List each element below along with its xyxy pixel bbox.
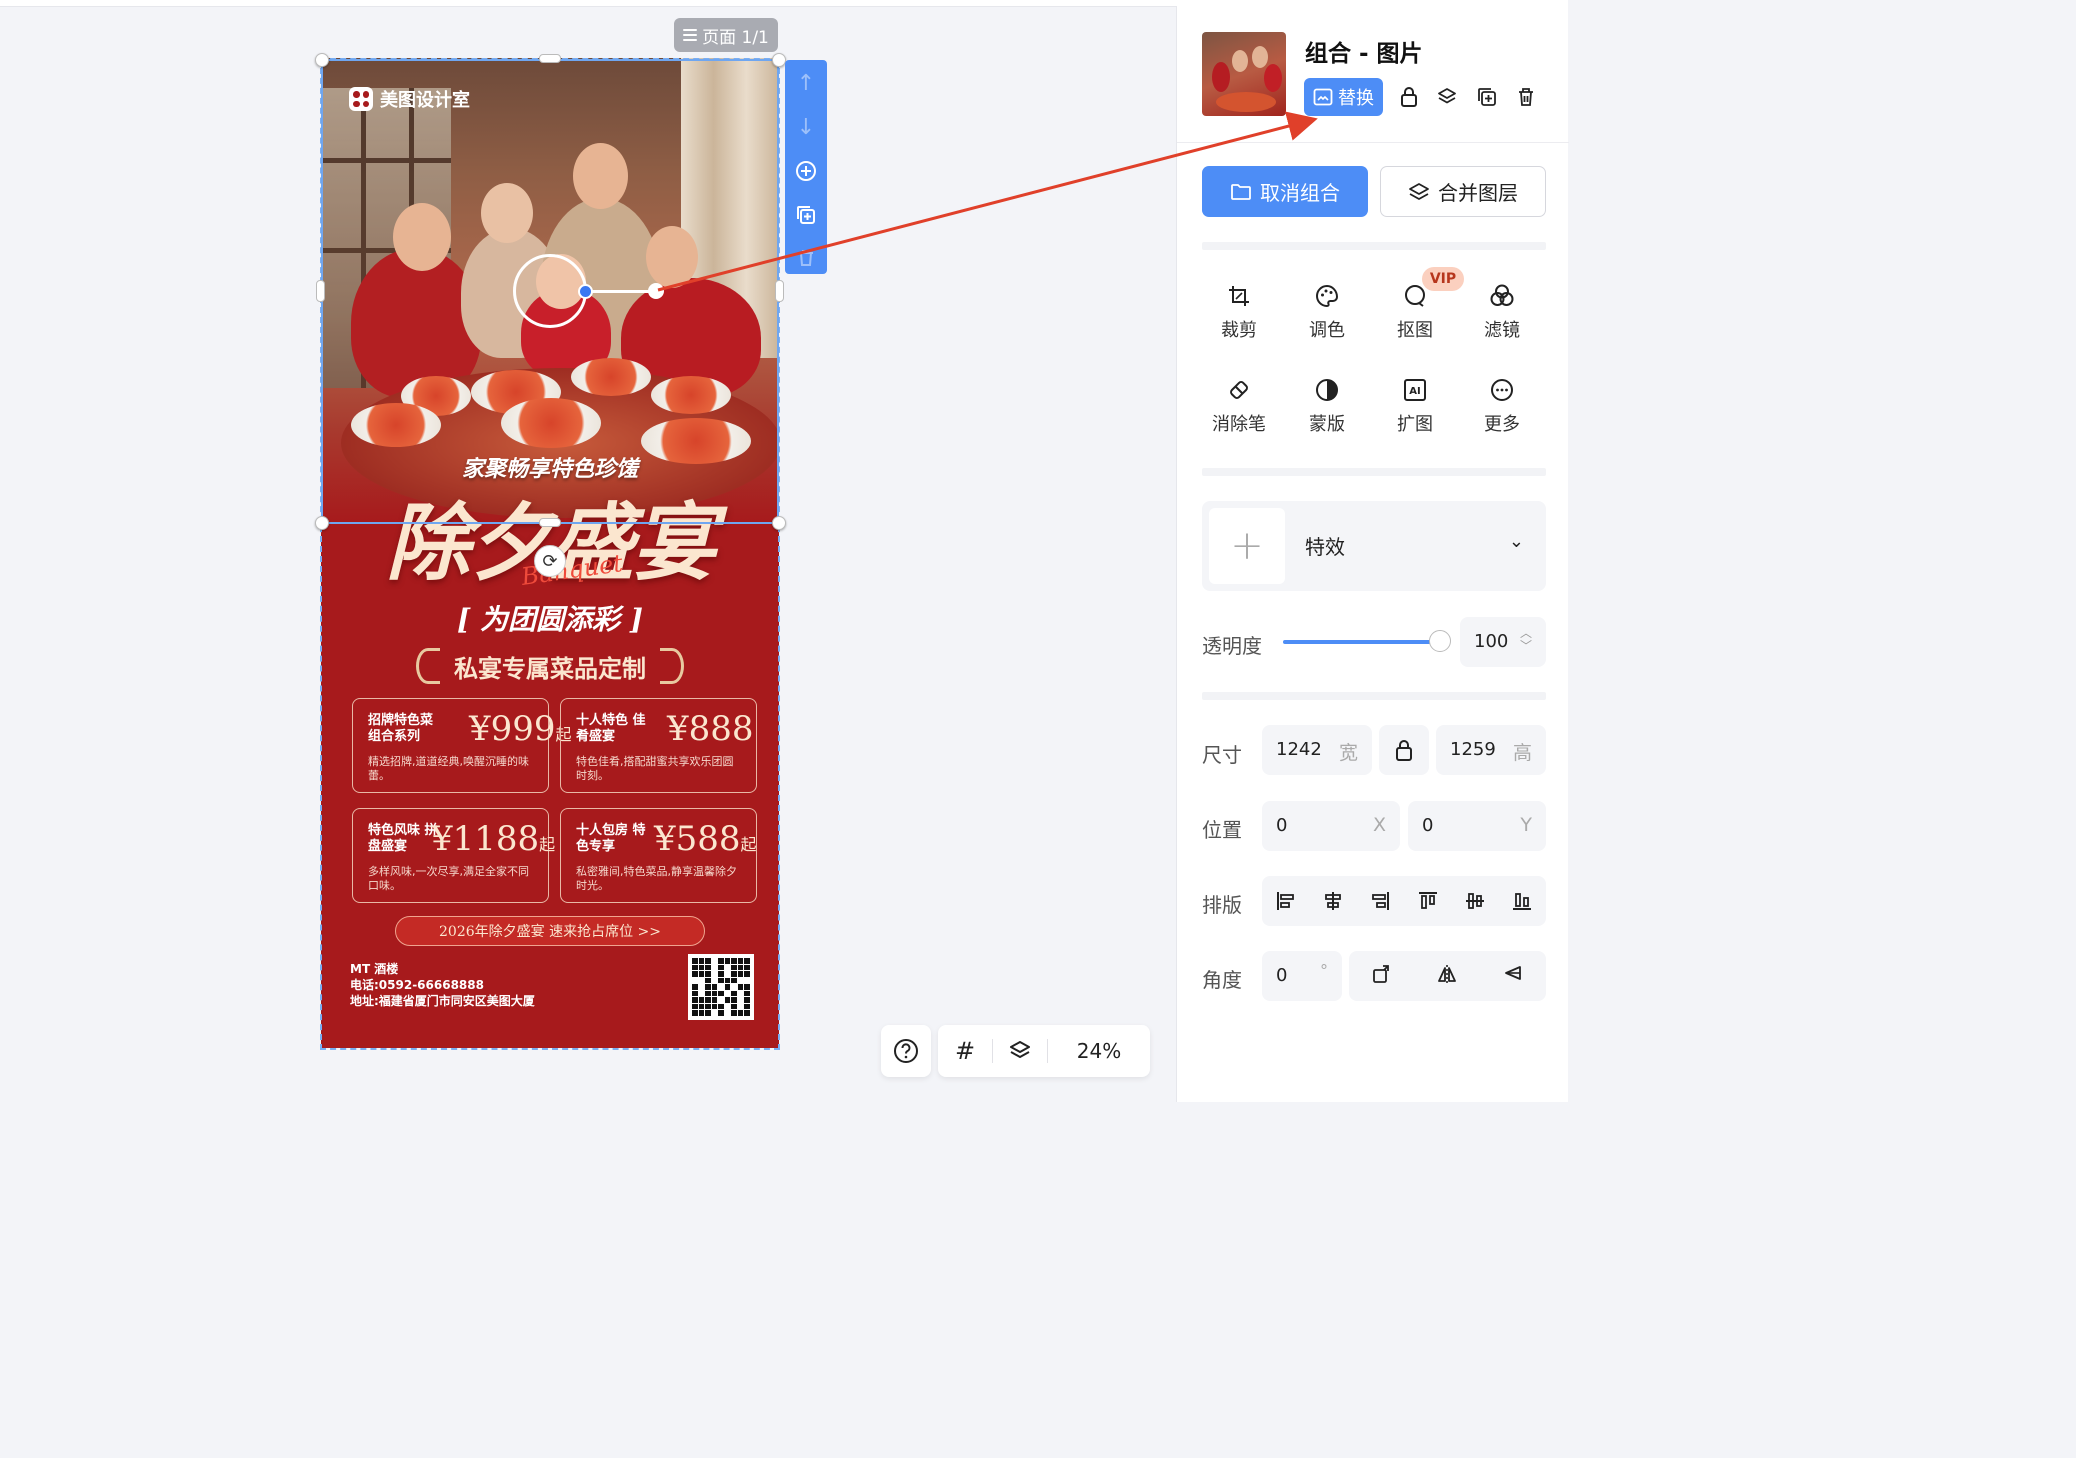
y-input[interactable]: 0 Y	[1408, 801, 1546, 851]
tool-more[interactable]: 更多	[1462, 377, 1542, 447]
tool-color[interactable]: 调色	[1287, 283, 1367, 353]
opacity-slider-handle[interactable]	[1429, 630, 1451, 652]
palette-icon	[1314, 283, 1340, 309]
svg-text:AI: AI	[1409, 386, 1420, 397]
help-icon	[894, 1039, 918, 1063]
editor-app: 页面 1/1 美图设计室 家聚畅享特色珍馐 除夕盛宴 Banquet [为团圆…	[0, 0, 1569, 1102]
grid-icon[interactable]: #	[938, 1025, 992, 1077]
resize-handle[interactable]	[316, 280, 325, 302]
plus-icon[interactable]: +	[1209, 508, 1285, 584]
duplicate-icon[interactable]	[1476, 86, 1498, 108]
position-label: 位置	[1202, 818, 1242, 842]
align-top-icon[interactable]	[1416, 889, 1440, 913]
resize-handle[interactable]	[775, 280, 784, 302]
height-input[interactable]: 1259 高	[1436, 725, 1546, 775]
move-down-icon[interactable]: ↓	[790, 112, 822, 144]
align-bottom-icon[interactable]	[1510, 889, 1534, 913]
ungroup-button[interactable]: 取消组合	[1202, 166, 1368, 217]
image-thumbnail[interactable]	[1202, 32, 1286, 116]
focus-point[interactable]	[578, 284, 593, 299]
move-up-icon[interactable]: ↑	[790, 68, 822, 100]
tool-cutout[interactable]: 抠图	[1375, 283, 1455, 353]
ai-expand-icon: AI	[1402, 377, 1428, 403]
x-input[interactable]: 0 X	[1262, 801, 1400, 851]
layers-icon[interactable]	[1436, 86, 1458, 108]
help-button[interactable]	[881, 1025, 931, 1077]
tool-filter[interactable]: 滤镜	[1462, 283, 1542, 353]
panel-title: 组合 - 图片	[1305, 41, 1423, 67]
list-icon	[683, 29, 698, 41]
opacity-label: 透明度	[1202, 634, 1262, 658]
layer-toolbar: ↑ ↓	[785, 60, 827, 274]
tool-expand[interactable]: AI 扩图	[1375, 377, 1455, 447]
layers-icon[interactable]	[993, 1025, 1047, 1077]
resize-handle[interactable]	[315, 53, 329, 67]
width-input[interactable]: 1242 宽	[1262, 725, 1372, 775]
view-controls: # 24%	[938, 1025, 1150, 1077]
add-icon[interactable]	[790, 155, 822, 187]
merge-layers-button[interactable]: 合并图层	[1380, 166, 1546, 217]
eraser-icon	[1226, 377, 1252, 403]
chevron-down-icon: ⌄	[1508, 531, 1524, 552]
resize-handle[interactable]	[315, 516, 329, 530]
lock-icon[interactable]	[1398, 86, 1420, 108]
rotate-90-icon[interactable]	[1371, 963, 1393, 990]
filter-icon	[1489, 283, 1515, 309]
resize-handle[interactable]	[539, 54, 561, 63]
rotate-icon[interactable]: ⟳	[534, 545, 566, 577]
cutout-icon	[1402, 283, 1428, 309]
focus-circle[interactable]	[513, 254, 587, 328]
size-label: 尺寸	[1202, 743, 1242, 767]
resize-handle[interactable]	[772, 516, 786, 530]
page-indicator[interactable]: 页面 1/1	[674, 18, 778, 52]
angle-label: 角度	[1202, 968, 1242, 992]
delete-icon[interactable]	[790, 242, 822, 274]
mask-icon	[1314, 377, 1340, 403]
focus-end-point[interactable]	[648, 283, 664, 299]
align-center-h-icon[interactable]	[1321, 889, 1345, 913]
properties-panel: 组合 - 图片 替换 取消组合 合并图层 VIP 裁剪 调色 抠图 滤镜 消除笔…	[1176, 6, 1569, 1102]
aspect-lock-button[interactable]	[1379, 725, 1429, 775]
rotate-flip-toolbar	[1349, 951, 1546, 1001]
resize-handle[interactable]	[539, 518, 561, 527]
resize-handle[interactable]	[772, 53, 786, 67]
tool-mask[interactable]: 蒙版	[1287, 377, 1367, 447]
delete-icon[interactable]	[1515, 86, 1537, 108]
stepper-icon[interactable]: ︿ ﹀	[1520, 627, 1532, 653]
layers-icon	[1409, 182, 1429, 200]
opacity-input[interactable]: 100 ︿ ﹀	[1460, 617, 1546, 667]
align-left-icon[interactable]	[1274, 889, 1298, 913]
crop-icon	[1226, 283, 1252, 309]
opacity-slider[interactable]	[1283, 640, 1441, 644]
angle-input[interactable]: 0 °	[1262, 951, 1342, 1001]
effect-select[interactable]: + 特效 ⌄	[1202, 501, 1546, 591]
replace-image-icon	[1313, 88, 1333, 106]
lock-icon	[1396, 740, 1412, 761]
replace-button[interactable]: 替换	[1304, 78, 1383, 116]
zoom-level[interactable]: 24%	[1048, 1039, 1150, 1063]
tool-eraser[interactable]: 消除笔	[1199, 377, 1279, 447]
tool-crop[interactable]: 裁剪	[1199, 283, 1279, 353]
align-center-v-icon[interactable]	[1463, 889, 1487, 913]
align-toolbar	[1262, 876, 1546, 926]
duplicate-icon[interactable]	[790, 199, 822, 231]
flip-horizontal-icon[interactable]	[1436, 963, 1458, 990]
more-icon	[1489, 377, 1515, 403]
layout-label: 排版	[1202, 893, 1242, 917]
focus-connector	[585, 290, 657, 293]
flip-vertical-icon[interactable]	[1502, 963, 1524, 990]
folder-icon	[1231, 183, 1251, 200]
align-right-icon[interactable]	[1368, 889, 1392, 913]
